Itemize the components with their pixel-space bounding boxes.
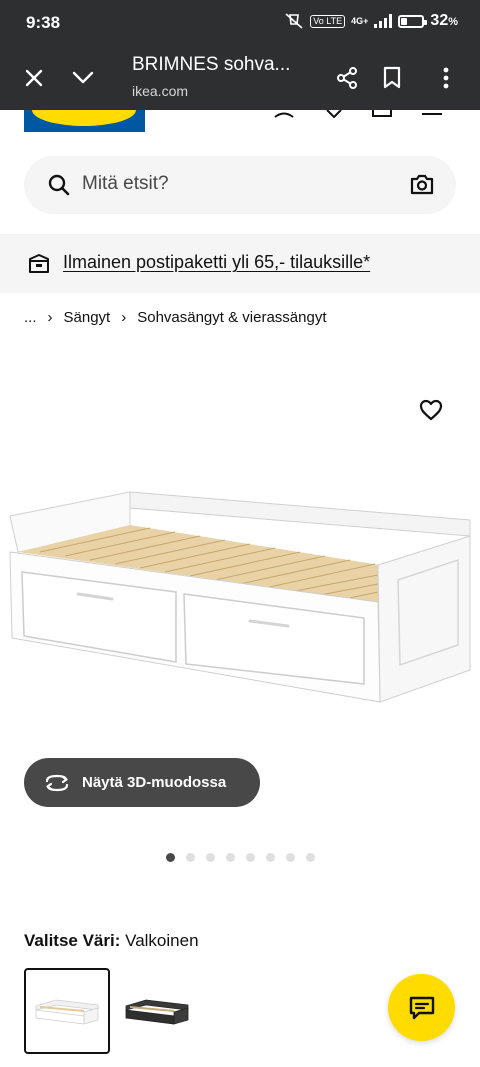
search-input[interactable]: Mitä etsit? bbox=[82, 173, 169, 195]
white-daybed-thumbnail bbox=[35, 999, 99, 1025]
search-bar[interactable]: Mitä etsit? bbox=[24, 156, 456, 214]
gallery-dot[interactable] bbox=[166, 853, 175, 862]
status-bar: 9:38 Vo LTE 4G+ 32% bbox=[0, 0, 480, 46]
more-vertical-icon bbox=[443, 67, 449, 89]
page-title: BRIMNES sohva... bbox=[132, 54, 291, 75]
profile-icon[interactable] bbox=[272, 110, 296, 118]
minimize-button[interactable] bbox=[65, 60, 101, 96]
selected-color: Valkoinen bbox=[125, 931, 199, 950]
status-time: 9:38 bbox=[26, 13, 61, 32]
black-daybed-thumbnail bbox=[125, 999, 189, 1025]
bookmark-icon bbox=[383, 66, 401, 89]
color-swatch-white[interactable] bbox=[24, 968, 110, 1054]
status-icons: Vo LTE 4G+ 32% bbox=[284, 12, 458, 30]
breadcrumb-separator: › bbox=[47, 309, 53, 326]
more-options-button[interactable] bbox=[428, 60, 464, 96]
chat-button[interactable] bbox=[388, 974, 455, 1041]
battery-level bbox=[401, 17, 408, 25]
promo-banner[interactable]: Ilmainen postipaketti yli 65,- tilauksil… bbox=[0, 234, 480, 293]
chevron-down-icon bbox=[72, 71, 94, 84]
close-button[interactable] bbox=[16, 60, 52, 96]
ikea-logo[interactable] bbox=[24, 110, 145, 132]
color-selection-label: Valitse Väri: Valkoinen bbox=[24, 931, 199, 951]
search-icon bbox=[48, 174, 70, 196]
chat-icon bbox=[409, 996, 434, 1019]
package-icon bbox=[29, 254, 49, 273]
network-type: 4G+ bbox=[351, 16, 369, 26]
share-icon bbox=[337, 67, 357, 89]
gallery-dot[interactable] bbox=[246, 853, 255, 862]
signal-icon bbox=[374, 14, 393, 28]
color-swatch-black[interactable] bbox=[114, 968, 200, 1054]
promo-link[interactable]: Ilmainen postipaketti yli 65,- tilauksil… bbox=[63, 252, 370, 273]
browser-toolbar: BRIMNES sohva... ikea.com bbox=[0, 46, 480, 110]
gallery-dot[interactable] bbox=[266, 853, 275, 862]
heart-icon[interactable] bbox=[322, 110, 346, 118]
mute-vibrate-icon bbox=[285, 13, 303, 29]
volte-badge: Vo LTE bbox=[310, 14, 346, 28]
cart-icon[interactable] bbox=[370, 110, 394, 118]
battery-percent: 32% bbox=[430, 12, 458, 29]
breadcrumb-separator: › bbox=[121, 309, 127, 326]
close-icon bbox=[25, 69, 43, 87]
breadcrumb-item-sohvasangyt[interactable]: Sohvasängyt & vierassängyt bbox=[137, 309, 326, 326]
view-3d-button[interactable]: Näytä 3D-muodossa bbox=[24, 758, 260, 807]
bookmark-button[interactable] bbox=[374, 60, 410, 96]
gallery-dot[interactable] bbox=[306, 853, 315, 862]
breadcrumb-ellipsis[interactable]: ... bbox=[24, 309, 37, 326]
page-url: ikea.com bbox=[132, 83, 189, 99]
battery-icon bbox=[398, 14, 428, 28]
color-label-title: Valitse Väri: bbox=[24, 931, 121, 950]
gallery-dot[interactable] bbox=[286, 853, 295, 862]
rotate-3d-icon bbox=[45, 774, 69, 791]
menu-icon[interactable] bbox=[420, 110, 444, 118]
gallery-pagination[interactable] bbox=[166, 853, 315, 862]
breadcrumb-item-sangyt[interactable]: Sängyt bbox=[64, 309, 111, 326]
heart-icon bbox=[419, 399, 443, 421]
breadcrumb: ... › Sängyt › Sohvasängyt & vierassängy… bbox=[24, 309, 327, 326]
view-3d-label: Näytä 3D-muodossa bbox=[82, 774, 227, 791]
share-button[interactable] bbox=[329, 60, 365, 96]
gallery-dot[interactable] bbox=[206, 853, 215, 862]
gallery-dot[interactable] bbox=[226, 853, 235, 862]
camera-icon[interactable] bbox=[410, 173, 434, 195]
favorite-button[interactable] bbox=[414, 393, 448, 427]
gallery-dot[interactable] bbox=[186, 853, 195, 862]
